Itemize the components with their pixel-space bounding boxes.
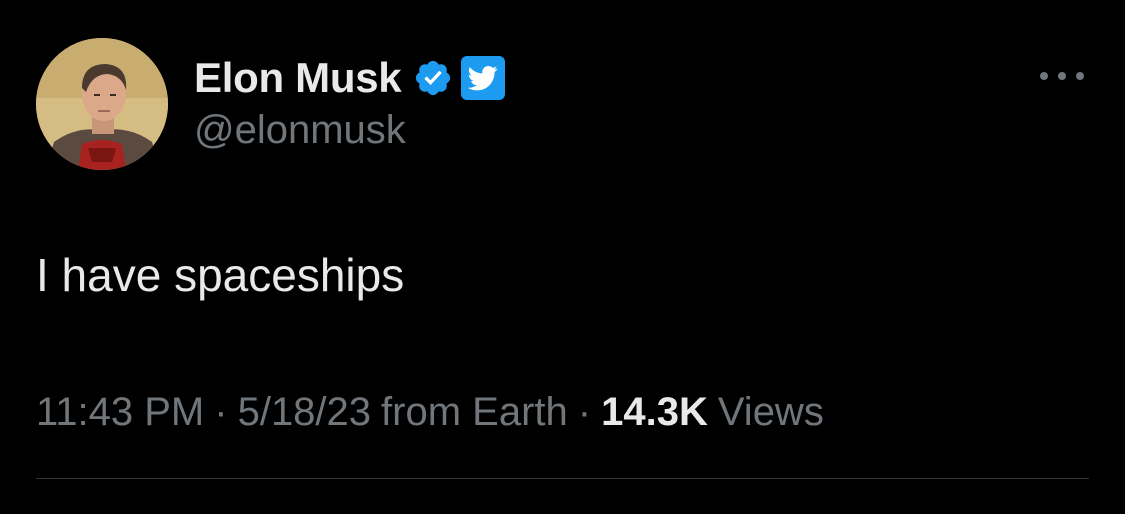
- display-name[interactable]: Elon Musk: [194, 54, 402, 102]
- divider: [36, 478, 1089, 479]
- meta-separator: ·: [214, 390, 228, 434]
- tweet-meta: 11:43 PM · 5/18/23 from Earth · 14.3K Vi…: [36, 390, 824, 435]
- more-dot: [1040, 72, 1048, 80]
- verified-badge-icon[interactable]: [413, 58, 453, 98]
- author-handle[interactable]: @elonmusk: [194, 108, 406, 153]
- twitter-bird-icon: [468, 66, 498, 91]
- tweet-date[interactable]: 5/18/23: [238, 390, 371, 435]
- views-count[interactable]: 14.3K: [601, 390, 708, 435]
- views-label[interactable]: Views: [718, 390, 824, 435]
- tweet-detail: Elon Musk @elonmusk I have spaceships 11…: [0, 0, 1125, 514]
- avatar[interactable]: [36, 38, 168, 170]
- profile-photo-icon: [36, 38, 168, 170]
- tweet-source: from Earth: [381, 390, 568, 434]
- more-dot: [1058, 72, 1066, 80]
- tweet-text: I have spaceships: [36, 249, 405, 301]
- tweet-time[interactable]: 11:43 PM: [36, 390, 204, 435]
- meta-separator: ·: [577, 390, 592, 434]
- twitter-affiliate-badge[interactable]: [461, 56, 506, 100]
- more-dot: [1076, 72, 1084, 80]
- author-name-row: Elon Musk: [194, 50, 506, 106]
- more-options-icon[interactable]: [1040, 62, 1084, 90]
